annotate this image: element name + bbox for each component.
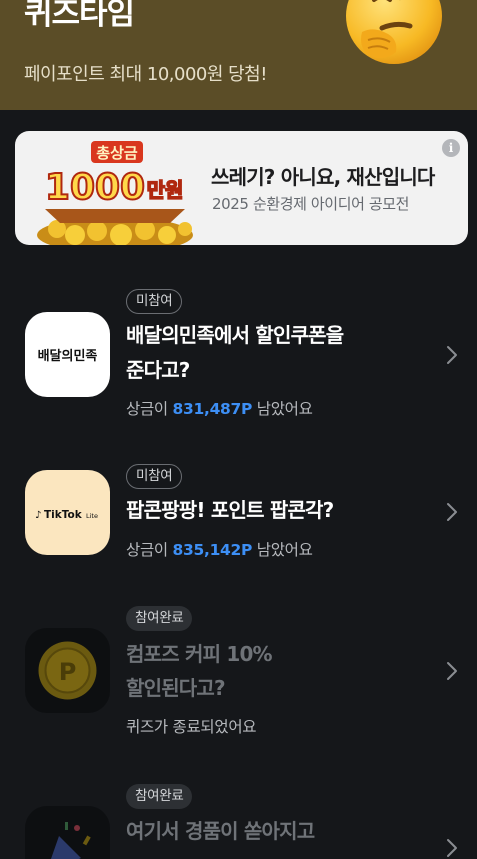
quiz-prize: 상금이 831,487P 남았어요 [126,397,313,419]
compose-coffee-logo: P [25,628,110,713]
quiz-title-line2: 준다고? [126,358,190,382]
status-badge: 미참여 [126,464,183,489]
quiz-title-line1: 컴포즈 커피 10% [126,642,273,666]
banner-art-amount: 1000 [45,167,145,208]
quiz-title-line1: 여기서 경품이 쏟아지고 [126,819,315,843]
chevron-right-icon [447,839,457,857]
prize-suffix: 남았어요 [256,541,313,559]
page-title: 퀴즈타임 [24,0,135,32]
prize-prefix: 상금이 [126,400,168,418]
prize-prefix: 상금이 [126,541,168,559]
banner-subtitle: 2025 순환경제 아이디어 공모전 [212,195,410,213]
quiz-title-line2: 할인된다고? [126,676,226,700]
banner-art-unit: 만원 [147,178,184,202]
info-icon[interactable]: i [442,139,460,157]
prize-amount: 831,487P [172,400,253,418]
quiz-title-line1: 배달의민족에서 할인쿠폰을 [126,323,344,347]
ad-banner[interactable]: 총상금 1000 만원 쓰레기? 아니요, 재산입니다 2025 순환경제 아이… [15,131,468,245]
chevron-right-icon [447,346,457,364]
compose-logo-text: P [59,658,77,686]
tiktok-lite-logo: ♪ TikTok Lite [25,470,110,555]
baemin-logo-text: 배달의민족 [38,348,98,364]
tiktok-logo-sub: Lite [86,512,98,520]
status-badge: 참여완료 [126,606,193,631]
header: 퀴즈타임 페이포인트 최대 10,000원 당첨! [0,0,477,110]
thinking-face-icon [346,0,442,64]
banner-title: 쓰레기? 아니요, 재산입니다 [211,165,435,189]
status-badge: 참여완료 [126,784,193,809]
banner-art-label: 총상금 [96,144,138,162]
quiz-ended-text: 퀴즈가 종료되었어요 [126,718,257,736]
quiz-title-line1: 팝콘팡팡! 포인트 팝콘각? [126,498,334,522]
prize-amount: 835,142P [172,541,253,559]
status-badge: 미참여 [126,289,183,314]
quiz-prize: 상금이 835,142P 남았어요 [126,538,313,560]
party-popper-logo [25,806,110,859]
chevron-right-icon [447,662,457,680]
prize-money-graphic: 총상금 1000 만원 [37,141,193,245]
page-subtitle: 페이포인트 최대 10,000원 당첨! [24,64,267,85]
prize-suffix: 남았어요 [256,400,313,418]
svg-text:♪: ♪ [35,510,41,521]
tiktok-logo-text: TikTok [44,509,83,521]
chevron-right-icon [447,503,457,521]
baemin-logo: 배달의민족 [25,312,110,397]
